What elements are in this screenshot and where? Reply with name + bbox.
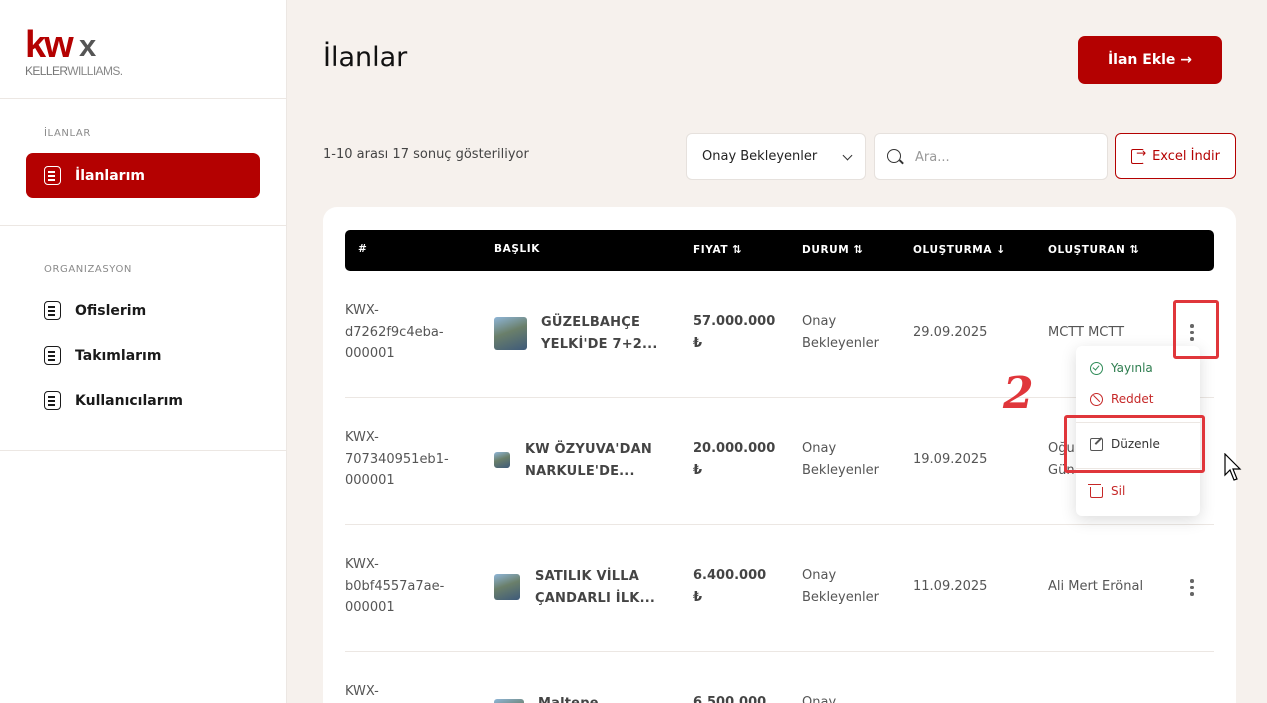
listing-id: KWX- bbox=[345, 684, 379, 699]
status-filter-select[interactable]: Onay Bekleyenler bbox=[686, 133, 866, 180]
listing-title[interactable]: KW ÖZYUVA'DAN NARKULE'DE... bbox=[525, 439, 652, 482]
annotation-step-number: 2 bbox=[1003, 368, 1034, 419]
excel-download-label: Excel İndir bbox=[1152, 148, 1220, 164]
section-label-listings: İLANLAR bbox=[44, 128, 91, 139]
listing-created-date: 11.09.2025 bbox=[913, 579, 988, 594]
listing-price: 57.000.000 ₺ bbox=[693, 314, 776, 351]
sort-desc-icon: ↓ bbox=[996, 243, 1006, 256]
listing-status: Onay Bekleyenler bbox=[802, 314, 879, 351]
sidebar-divider bbox=[0, 98, 287, 99]
sidebar-item-listings[interactable]: İlanlarım bbox=[26, 153, 260, 198]
listing-status: Onay bbox=[802, 695, 837, 703]
listing-status: Onay Bekleyenler bbox=[802, 568, 879, 605]
sidebar-item-users[interactable]: Kullanıcılarım bbox=[26, 378, 260, 423]
search-box[interactable] bbox=[874, 133, 1108, 180]
menu-item-label: Yayınla bbox=[1111, 361, 1153, 375]
listing-id: KWX- 707340951eb1- 000001 bbox=[345, 430, 449, 488]
more-vertical-icon[interactable] bbox=[1189, 579, 1195, 599]
listing-id: KWX-b0bf4557a7ae- 000001 bbox=[345, 557, 445, 615]
column-header-price[interactable]: FIYAT ⇅ bbox=[693, 243, 742, 256]
listing-price: 6.500.000 bbox=[693, 695, 767, 703]
chevron-down-icon bbox=[842, 150, 853, 161]
listing-creator: Ali Mert Erönal bbox=[1048, 579, 1144, 594]
page-title: İlanlar bbox=[323, 42, 408, 73]
listing-price: 6.400.000 ₺ bbox=[693, 568, 767, 605]
logo-subtitle: KELLERWILLIAMS. bbox=[25, 64, 123, 78]
table-row[interactable]: KWX-b0bf4557a7ae- 000001 SATILIK VİLLA ÇAN… bbox=[345, 525, 1214, 652]
sidebar-divider bbox=[0, 225, 287, 226]
excel-download-button[interactable]: Excel İndir bbox=[1115, 133, 1236, 179]
annotation-highlight-kebab bbox=[1173, 300, 1219, 359]
menu-item-reject[interactable]: Reddet bbox=[1090, 392, 1154, 406]
listing-title[interactable]: SATILIK VİLLA ÇANDARLI İLK... bbox=[535, 566, 655, 609]
ban-icon bbox=[1090, 392, 1103, 406]
column-header-creator[interactable]: OLUŞTURAN ⇅ bbox=[1048, 243, 1139, 256]
search-input[interactable] bbox=[915, 144, 1095, 170]
search-icon bbox=[887, 149, 901, 163]
document-icon bbox=[44, 346, 61, 365]
logo-kw-text: kw bbox=[25, 24, 74, 66]
column-header-title: BAŞLIK bbox=[494, 243, 541, 255]
kw-logo[interactable]: kw x KELLERWILLIAMS. bbox=[25, 24, 145, 78]
menu-item-publish[interactable]: Yayınla bbox=[1090, 361, 1153, 375]
listing-price: 20.000.000 ₺ bbox=[693, 441, 776, 478]
listing-title[interactable]: GÜZELBAHÇE YELKİ'DE 7+2... bbox=[541, 312, 657, 355]
annotation-highlight-edit bbox=[1064, 415, 1205, 473]
logo-x-text: x bbox=[79, 28, 97, 63]
section-label-organization: ORGANIZASYON bbox=[44, 264, 132, 275]
listing-thumbnail bbox=[494, 317, 527, 350]
sort-icon: ⇅ bbox=[732, 243, 742, 256]
document-icon bbox=[44, 301, 61, 320]
column-header-created[interactable]: OLUŞTURMA ↓ bbox=[913, 243, 1006, 256]
sort-icon: ⇅ bbox=[1129, 243, 1140, 256]
menu-item-label: Reddet bbox=[1111, 392, 1154, 406]
add-listing-button[interactable]: İlan Ekle → bbox=[1078, 36, 1222, 84]
sidebar-item-label: İlanlarım bbox=[75, 167, 145, 184]
listing-created-date: 29.09.2025 bbox=[913, 325, 988, 340]
sidebar-item-label: Kullanıcılarım bbox=[75, 392, 184, 409]
sidebar-item-label: Ofislerim bbox=[75, 302, 147, 319]
result-count: 1-10 arası 17 sonuç gösteriliyor bbox=[323, 147, 529, 162]
listing-title[interactable]: Maltepe bbox=[538, 693, 599, 703]
status-filter-value: Onay Bekleyenler bbox=[702, 149, 818, 164]
listing-created-date: 19.09.2025 bbox=[913, 452, 988, 467]
listing-id: KWX-d7262f9c4eba- 000001 bbox=[345, 303, 444, 361]
sidebar-item-teams[interactable]: Takımlarım bbox=[26, 333, 260, 378]
column-header-status[interactable]: DURUM ⇅ bbox=[802, 243, 863, 256]
document-icon bbox=[44, 391, 61, 410]
sidebar-item-label: Takımlarım bbox=[75, 347, 162, 364]
listing-status: Onay Bekleyenler bbox=[802, 441, 879, 478]
column-header-id: # bbox=[358, 243, 368, 255]
listing-thumbnail bbox=[494, 574, 520, 600]
sort-icon: ⇅ bbox=[853, 243, 864, 256]
listing-thumbnail bbox=[494, 699, 524, 703]
trash-icon bbox=[1088, 483, 1103, 498]
table-row[interactable]: KWX- Maltepe 6.500.000 Onay bbox=[345, 652, 1214, 703]
export-icon bbox=[1131, 146, 1146, 164]
document-icon bbox=[44, 166, 61, 185]
menu-item-delete[interactable]: Sil bbox=[1088, 483, 1126, 498]
menu-item-label: Sil bbox=[1111, 484, 1126, 498]
check-circle-icon bbox=[1090, 361, 1103, 375]
sidebar: kw x KELLERWILLIAMS. İLANLAR İlanlarım O… bbox=[0, 0, 287, 703]
sidebar-divider bbox=[0, 450, 287, 451]
listing-creator: MCTT MCTT bbox=[1048, 325, 1125, 340]
sidebar-item-offices[interactable]: Ofislerim bbox=[26, 288, 260, 333]
table-header: # BAŞLIK FIYAT ⇅ DURUM ⇅ OLUŞTURMA ↓ OLUŞTU… bbox=[345, 230, 1214, 271]
listing-thumbnail bbox=[494, 452, 510, 468]
